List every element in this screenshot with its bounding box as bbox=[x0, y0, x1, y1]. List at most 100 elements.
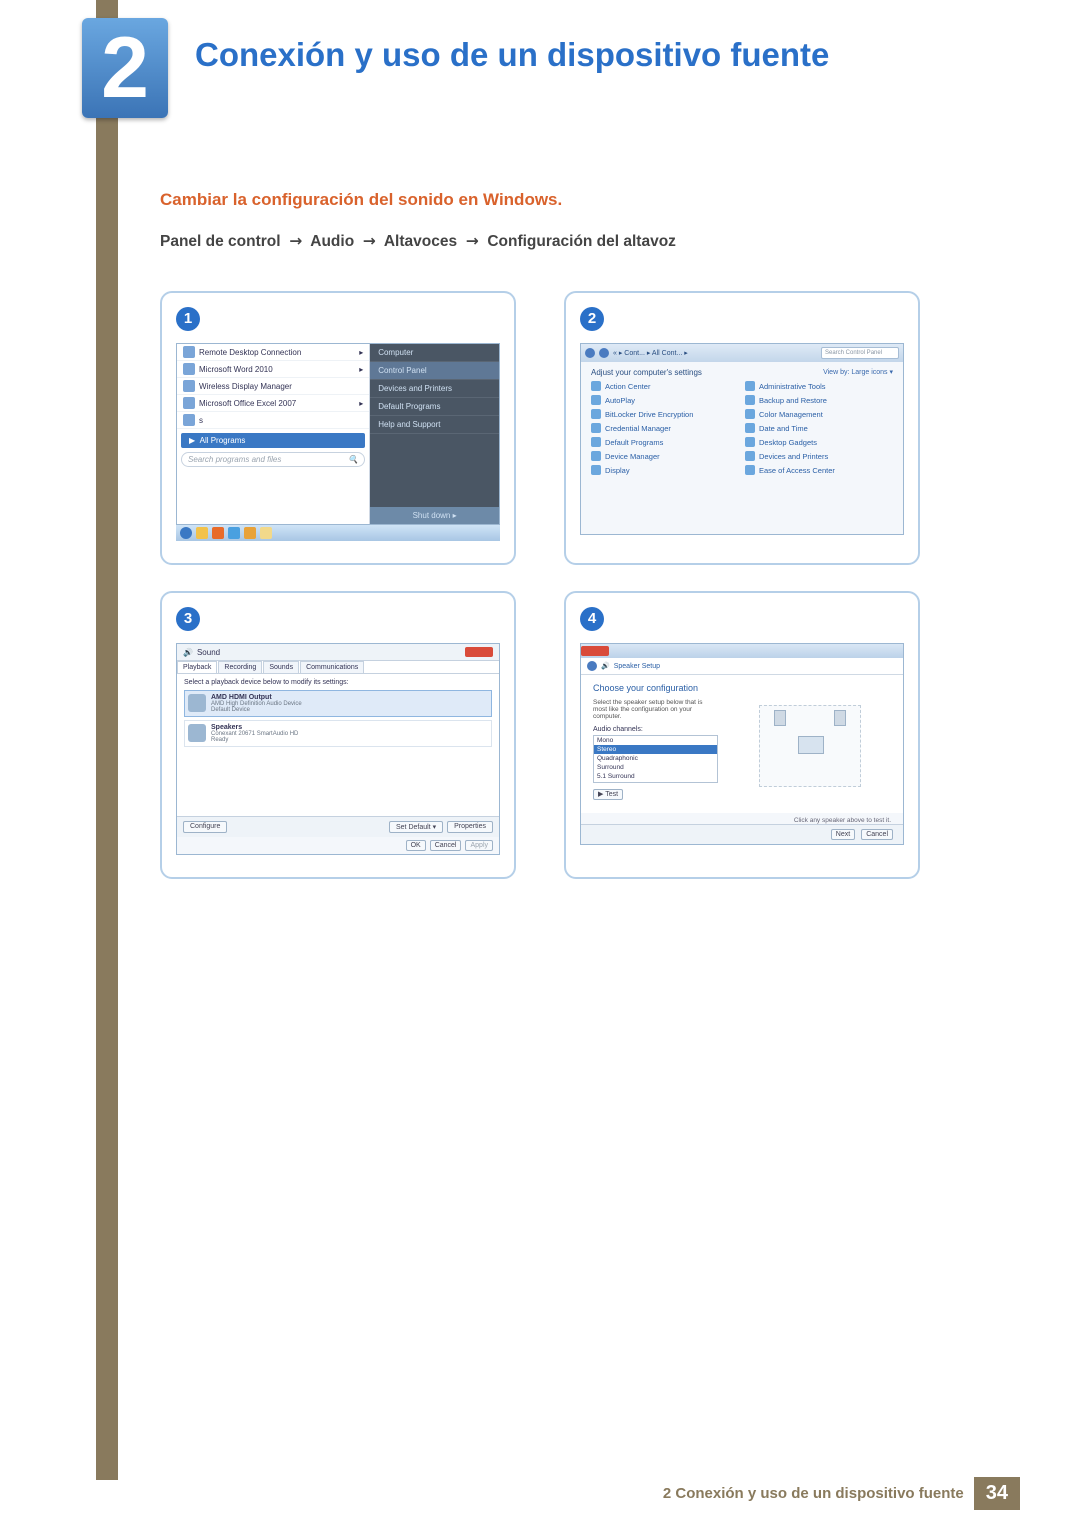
app-icon bbox=[183, 346, 195, 358]
device-name: Speakers bbox=[211, 724, 298, 731]
next-button[interactable]: Next bbox=[831, 829, 855, 840]
taskbar-icon[interactable] bbox=[196, 527, 208, 539]
shutdown-button[interactable]: Shut down ▸ bbox=[370, 507, 499, 524]
gadgets-icon bbox=[745, 437, 755, 447]
cp-label: Device Manager bbox=[605, 452, 660, 461]
step-panel-1: 1 Remote Desktop Connection▸ Microsoft W… bbox=[160, 291, 516, 565]
list-item[interactable]: 5.1 Surround bbox=[594, 772, 717, 781]
playback-device[interactable]: AMD HDMI Output AMD High Definition Audi… bbox=[184, 690, 492, 717]
path-step-4: Configuración del altavoz bbox=[487, 233, 676, 250]
cp-item-display[interactable]: Display bbox=[591, 465, 739, 475]
cp-item-action-center[interactable]: Action Center bbox=[591, 381, 739, 391]
search-input[interactable]: Search programs and files 🔍 bbox=[181, 452, 365, 467]
start-menu-item[interactable]: Microsoft Office Excel 2007▸ bbox=[177, 395, 369, 412]
search-input[interactable]: Search Control Panel bbox=[821, 347, 899, 359]
page-footer: 2 Conexión y uso de un dispositivo fuent… bbox=[96, 1477, 1020, 1509]
configure-button[interactable]: Configure bbox=[183, 821, 227, 833]
cp-item-gadgets[interactable]: Desktop Gadgets bbox=[745, 437, 893, 447]
list-item[interactable]: 5.2 Surround bbox=[594, 781, 717, 783]
properties-button[interactable]: Properties bbox=[447, 821, 493, 833]
dialog-title: Sound bbox=[197, 648, 220, 657]
cp-item-default-programs[interactable]: Default Programs bbox=[591, 437, 739, 447]
cp-label: AutoPlay bbox=[605, 396, 635, 405]
list-item[interactable]: Mono bbox=[594, 736, 717, 745]
nav-forward-icon[interactable] bbox=[599, 348, 609, 358]
cp-label: Desktop Gadgets bbox=[759, 438, 817, 447]
cp-item-bitlocker[interactable]: BitLocker Drive Encryption bbox=[591, 409, 739, 419]
cp-label: Display bbox=[605, 466, 630, 475]
start-right-item[interactable]: Devices and Printers bbox=[370, 380, 499, 398]
cancel-button[interactable]: Cancel bbox=[861, 829, 893, 840]
apply-button[interactable]: Apply bbox=[465, 840, 493, 851]
taskbar-icon[interactable] bbox=[228, 527, 240, 539]
taskbar-icon[interactable] bbox=[260, 527, 272, 539]
speaker-setup-screenshot: 🔊 Speaker Setup Choose your configuratio… bbox=[580, 643, 904, 845]
nav-back-icon[interactable] bbox=[585, 348, 595, 358]
cp-item-credential[interactable]: Credential Manager bbox=[591, 423, 739, 433]
speaker-icon: 🔊 bbox=[601, 662, 610, 670]
lock-icon bbox=[591, 409, 601, 419]
cp-item-ease-of-access[interactable]: Ease of Access Center bbox=[745, 465, 893, 475]
cp-item-backup[interactable]: Backup and Restore bbox=[745, 395, 893, 405]
all-programs-button[interactable]: ▶ All Programs bbox=[181, 433, 365, 448]
start-right-item[interactable]: Default Programs bbox=[370, 398, 499, 416]
list-item[interactable]: Quadraphonic bbox=[594, 754, 717, 763]
list-item[interactable]: Stereo bbox=[594, 745, 717, 754]
start-right-item[interactable]: Help and Support bbox=[370, 416, 499, 434]
cp-label: Color Management bbox=[759, 410, 823, 419]
all-programs-label: All Programs bbox=[200, 436, 246, 445]
start-menu-label: s bbox=[199, 416, 203, 425]
tab-recording[interactable]: Recording bbox=[218, 661, 262, 673]
control-panel-screenshot: « ▸ Cont... ▸ All Cont... ▸ Search Contr… bbox=[580, 343, 904, 535]
tab-communications[interactable]: Communications bbox=[300, 661, 364, 673]
playback-device[interactable]: Speakers Conexant 20671 SmartAudio HD Re… bbox=[184, 720, 492, 747]
section-heading: Cambiar la configuración del sonido en W… bbox=[160, 190, 920, 210]
cp-item-device-manager[interactable]: Device Manager bbox=[591, 451, 739, 461]
app-icon bbox=[183, 380, 195, 392]
step-badge: 2 bbox=[580, 307, 604, 331]
close-icon[interactable] bbox=[465, 647, 493, 657]
speaker-icon[interactable] bbox=[774, 710, 786, 726]
chapter-title: Conexión y uso de un dispositivo fuente bbox=[195, 36, 829, 74]
test-button[interactable]: ▶ Test bbox=[593, 789, 623, 800]
start-menu-item[interactable]: s bbox=[177, 412, 369, 429]
view-by-dropdown[interactable]: View by: Large icons ▾ bbox=[823, 368, 893, 377]
taskbar-icon[interactable] bbox=[244, 527, 256, 539]
audio-channels-list[interactable]: Mono Stereo Quadraphonic Surround 5.1 Su… bbox=[593, 735, 718, 783]
hdmi-icon bbox=[188, 694, 206, 712]
breadcrumb[interactable]: « ▸ Cont... ▸ All Cont... ▸ bbox=[613, 349, 688, 357]
page-number: 34 bbox=[974, 1477, 1020, 1510]
device-icon bbox=[591, 451, 601, 461]
device-name: AMD HDMI Output bbox=[211, 694, 302, 701]
start-menu-item[interactable]: Microsoft Word 2010▸ bbox=[177, 361, 369, 378]
tab-playback[interactable]: Playback bbox=[177, 661, 217, 673]
speaker-icon[interactable] bbox=[834, 710, 846, 726]
footer-chapter-label: 2 Conexión y uso de un dispositivo fuent… bbox=[663, 1485, 964, 1502]
taskbar-icon[interactable] bbox=[212, 527, 224, 539]
cp-item-devices-printers[interactable]: Devices and Printers bbox=[745, 451, 893, 461]
step-panel-4: 4 🔊 Speaker Setup Choose your configurat… bbox=[564, 591, 920, 879]
tab-sounds[interactable]: Sounds bbox=[263, 661, 299, 673]
list-label: Audio channels: bbox=[593, 726, 718, 733]
start-right-item[interactable]: Control Panel bbox=[370, 362, 499, 380]
cp-item-admin-tools[interactable]: Administrative Tools bbox=[745, 381, 893, 391]
start-menu-item[interactable]: Remote Desktop Connection▸ bbox=[177, 344, 369, 361]
start-orb-icon[interactable] bbox=[180, 527, 192, 539]
nav-back-icon[interactable] bbox=[587, 661, 597, 671]
speaker-icon: 🔊 bbox=[183, 648, 193, 657]
cancel-button[interactable]: Cancel bbox=[430, 840, 462, 851]
safe-icon bbox=[591, 423, 601, 433]
cp-item-autoplay[interactable]: AutoPlay bbox=[591, 395, 739, 405]
ok-button[interactable]: OK bbox=[406, 840, 426, 851]
start-menu-item[interactable]: Wireless Display Manager bbox=[177, 378, 369, 395]
cp-item-color[interactable]: Color Management bbox=[745, 409, 893, 419]
taskbar bbox=[176, 525, 500, 541]
cp-item-datetime[interactable]: Date and Time bbox=[745, 423, 893, 433]
list-item[interactable]: Surround bbox=[594, 763, 717, 772]
start-right-item[interactable]: Computer bbox=[370, 344, 499, 362]
close-icon[interactable] bbox=[581, 646, 609, 656]
cp-label: Ease of Access Center bbox=[759, 466, 835, 475]
search-icon: 🔍 bbox=[348, 455, 358, 464]
set-default-button[interactable]: Set Default ▾ bbox=[389, 821, 443, 833]
access-icon bbox=[745, 465, 755, 475]
